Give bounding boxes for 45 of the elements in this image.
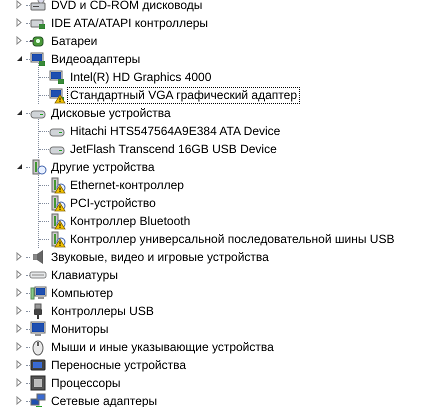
monitor-card-icon: [30, 51, 46, 67]
processor-icon: [30, 375, 46, 391]
mouse-icon: [30, 339, 46, 355]
tree-item[interactable]: Контроллер универсальной последовательной шины USB: [67, 230, 398, 248]
tree-item[interactable]: Мыши и иные указывающие устройства: [48, 338, 277, 356]
tree-item[interactable]: PCI-устройство: [67, 194, 159, 212]
tree-item[interactable]: Сетевые адаптеры: [48, 392, 160, 407]
tree-item[interactable]: Компьютер: [48, 284, 116, 302]
expand-arrow-icon[interactable]: [14, 251, 24, 261]
tree-item[interactable]: Процессоры: [48, 374, 124, 392]
expand-arrow-icon[interactable]: [14, 377, 24, 387]
tree-item[interactable]: Intel(R) HD Graphics 4000: [67, 68, 214, 86]
tree-item[interactable]: Батареи: [48, 32, 100, 50]
tree-item[interactable]: Дисковые устройства: [48, 104, 174, 122]
drive-icon: [30, 0, 46, 13]
expand-arrow-icon[interactable]: [14, 323, 24, 333]
expand-arrow-icon[interactable]: [14, 359, 24, 369]
expand-arrow-icon[interactable]: [14, 17, 24, 27]
tree-item[interactable]: Мониторы: [48, 320, 112, 338]
tree-item[interactable]: Стандартный VGA графический адаптер: [67, 86, 300, 104]
computer-icon: [30, 285, 46, 301]
expand-arrow-icon[interactable]: [14, 305, 24, 315]
tree-item[interactable]: Ethernet-контроллер: [67, 176, 187, 194]
expand-arrow-icon[interactable]: [14, 395, 24, 405]
tree-item[interactable]: Переносные устройства: [48, 356, 190, 374]
tree-item[interactable]: Клавиатуры: [48, 266, 121, 284]
tree-item[interactable]: Hitachi HTS547564A9E384 ATA Device: [67, 122, 284, 140]
expand-arrow-icon[interactable]: [14, 35, 24, 45]
tree-item[interactable]: Звуковые, видео и игровые устройства: [48, 248, 272, 266]
expand-arrow-icon[interactable]: [14, 269, 24, 279]
expand-arrow-icon[interactable]: [14, 341, 24, 351]
expand-arrow-icon[interactable]: [14, 0, 24, 9]
monitor-icon: [30, 321, 46, 337]
tree-item[interactable]: JetFlash Transcend 16GB USB Device: [67, 140, 280, 158]
speaker-icon: [30, 249, 46, 265]
tree-item[interactable]: IDE ATA/ATAPI контроллеры: [48, 14, 212, 32]
tree-item[interactable]: Контроллер Bluetooth: [67, 212, 194, 230]
expand-arrow-icon[interactable]: [14, 287, 24, 297]
network-icon: [30, 393, 46, 407]
tree-item[interactable]: Контроллеры USB: [48, 302, 157, 320]
tree-item[interactable]: Видеоадаптеры: [48, 50, 144, 68]
tree-item[interactable]: Другие устройства: [48, 158, 158, 176]
device-icon: [30, 159, 46, 175]
tree-item[interactable]: DVD и CD-ROM дисководы: [48, 0, 206, 14]
portable-device-icon: [30, 357, 46, 373]
